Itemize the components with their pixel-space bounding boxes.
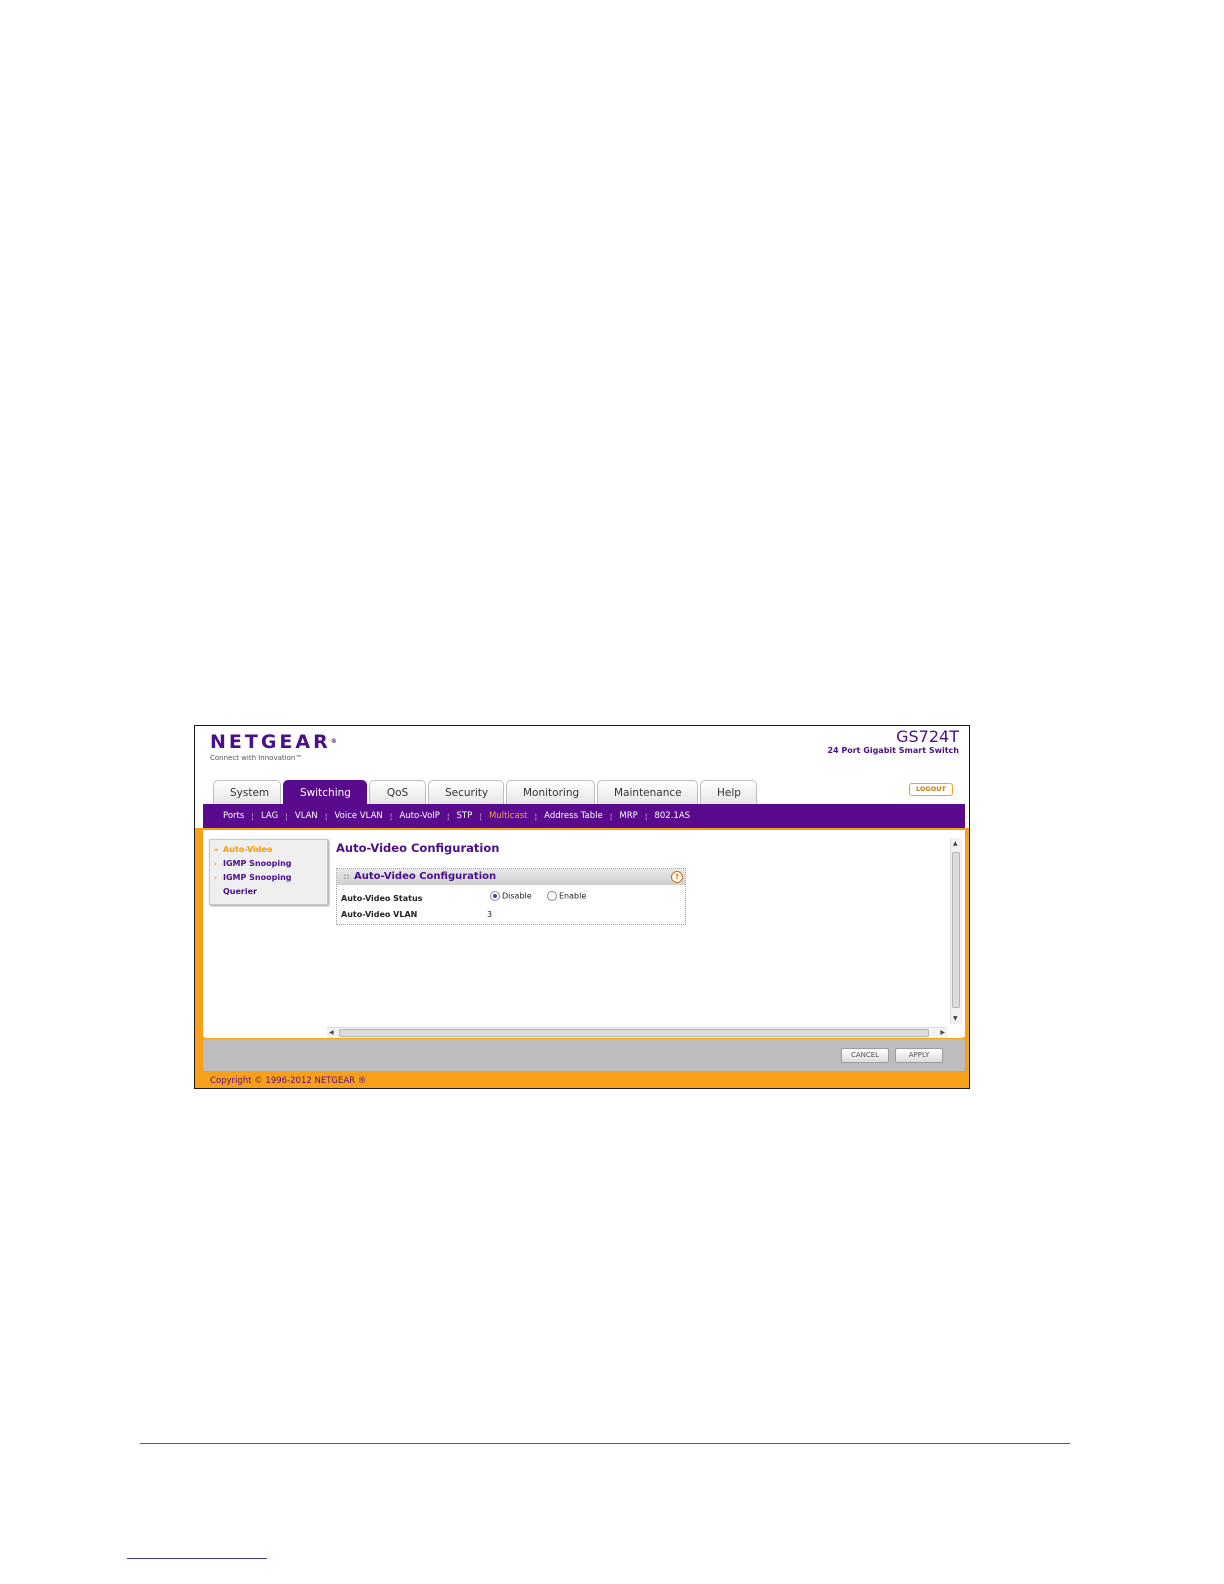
leftnav-item-label: IGMP Snooping [223,859,292,868]
double-chevron-icon: » [214,846,219,854]
status-option-enable[interactable]: Enable [547,891,586,901]
sub-navigation: Ports ¦ LAG ¦ VLAN ¦ Voice VLAN ¦ Auto-VoIP ¦… [203,804,965,828]
subnav-separator: ¦ [644,811,648,821]
tab-system[interactable]: System [213,780,281,804]
subnav-separator: ¦ [251,811,254,821]
panel-header: :: Auto-Video Configuration ? [337,869,685,885]
subnav-separator: ¦ [389,811,393,821]
leftnav-item-auto-video[interactable]: » Auto-Video [214,845,272,854]
tab-qos[interactable]: QoS [369,780,426,804]
scroll-right-icon[interactable]: ▶ [940,1029,945,1036]
subnav-stp[interactable]: STP [457,811,473,821]
horizontal-scrollbar[interactable]: ◀ ▶ [327,1027,947,1038]
page-title: Auto-Video Configuration [336,841,500,855]
switch-web-ui-screenshot: NETGEAR® Connect with Innovation™ GS724T… [194,725,970,1089]
subnav-voice-vlan[interactable]: Voice VLAN [335,811,383,821]
subnav-multicast[interactable]: Multicast [489,811,527,821]
subnav-separator: ¦ [609,811,613,821]
tab-monitoring[interactable]: Monitoring [506,780,595,804]
help-icon[interactable]: ? [671,871,683,883]
tab-switching[interactable]: Switching [283,780,367,805]
apply-button[interactable]: APPLY [895,1048,943,1063]
tab-security[interactable]: Security [428,780,504,804]
left-navigation: » Auto-Video › IGMP Snooping › IGMP Snoopin… [209,839,328,905]
cancel-button[interactable]: CANCEL [841,1048,889,1063]
disable-label: Disable [502,891,532,901]
main-tabs: System Switching QoS Security Monitoring… [213,780,757,805]
tab-help[interactable]: Help [700,780,757,804]
brand-block: NETGEAR® Connect with Innovation™ [210,732,337,762]
subnav-vlan[interactable]: VLAN [295,811,318,821]
subnav-separator: ¦ [285,811,288,821]
subnav-address-table[interactable]: Address Table [544,811,603,821]
subnav-ports[interactable]: Ports [223,811,244,821]
auto-video-status-label: Auto-Video Status [341,894,423,903]
subnav-separator: ¦ [446,811,450,821]
netgear-logo: NETGEAR® [210,731,337,753]
subnav-lag[interactable]: LAG [261,811,278,821]
subnav-separator: ¦ [534,811,538,821]
main-content: » Auto-Video › IGMP Snooping › IGMP Snoopin… [203,830,965,1038]
button-bar: CANCEL APPLY [203,1039,965,1071]
content-frame: » Auto-Video › IGMP Snooping › IGMP Snoopin… [195,828,969,1088]
chevron-right-icon: › [214,860,217,868]
tab-maintenance[interactable]: Maintenance [597,780,698,804]
panel-title: Auto-Video Configuration [354,871,497,882]
subnav-mrp[interactable]: MRP [619,811,637,821]
leftnav-item-igmp-snooping[interactable]: › IGMP Snooping [214,859,292,868]
model-description: 24 Port Gigabit Smart Switch [827,746,959,755]
enable-radio[interactable] [547,891,557,901]
drag-grip-icon: :: [343,872,350,881]
scroll-up-icon[interactable]: ▲ [953,840,958,847]
model-name: GS724T [896,727,959,746]
leftnav-item-querier-continued[interactable]: Querier [214,887,257,896]
scroll-down-icon[interactable]: ▼ [953,1015,958,1022]
vertical-scroll-thumb[interactable] [952,852,960,1008]
scroll-left-icon[interactable]: ◀ [329,1029,334,1036]
leftnav-item-label: Auto-Video [223,845,273,854]
vertical-scrollbar[interactable]: ▲ ▼ [950,838,962,1024]
auto-video-vlan-label: Auto-Video VLAN [341,910,418,919]
page-divider [140,1443,1070,1444]
enable-label: Enable [559,891,587,901]
model-block: GS724T 24 Port Gigabit Smart Switch [827,727,959,756]
subnav-separator: ¦ [324,811,328,821]
auto-video-vlan-value: 3 [487,910,493,919]
logout-button[interactable]: LOGOUT [909,783,953,796]
horizontal-scroll-thumb[interactable] [339,1029,929,1037]
disable-radio[interactable] [490,891,500,901]
copyright-text: Copyright © 1996-2012 NETGEAR ® [210,1076,367,1086]
status-option-disable[interactable]: Disable [490,891,532,901]
subnav-802-1as[interactable]: 802.1AS [654,811,690,821]
subnav-auto-voip[interactable]: Auto-VoIP [399,811,439,821]
leftnav-item-label: IGMP Snooping [223,873,292,882]
brand-tagline: Connect with Innovation™ [210,754,303,762]
leftnav-item-igmp-snooping-querier[interactable]: › IGMP Snooping [214,873,292,882]
auto-video-config-panel: :: Auto-Video Configuration ? Auto-Video… [336,868,686,925]
chevron-right-icon: › [214,874,217,882]
subnav-separator: ¦ [479,811,483,821]
footnote-rule [127,1558,267,1559]
leftnav-item-label: Querier [223,887,257,896]
